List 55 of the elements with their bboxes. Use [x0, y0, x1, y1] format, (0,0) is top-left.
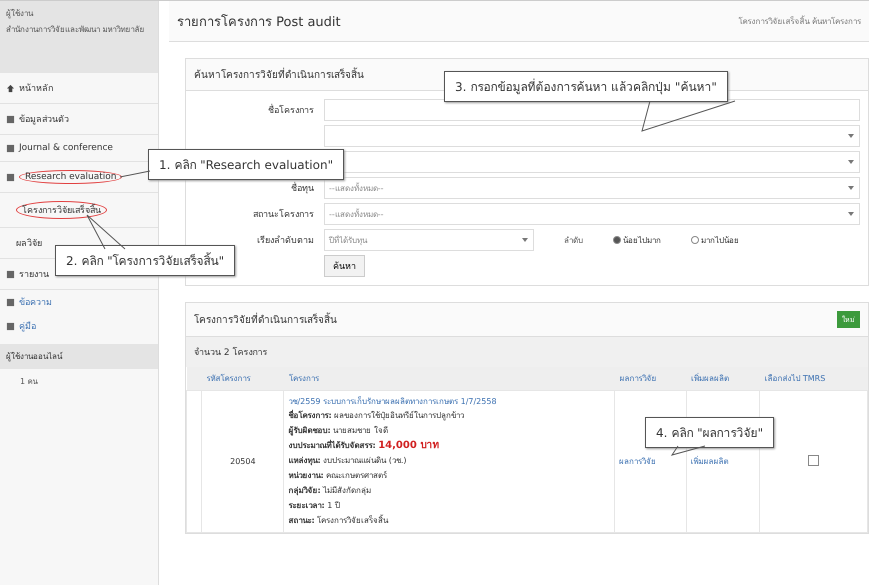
- column-header[interactable]: โครงการ: [284, 367, 615, 390]
- project-detail: ระยะเวลา: 1 ปี: [288, 500, 341, 512]
- order-label: ลำดับ: [564, 234, 583, 246]
- sidebar-item[interactable]: ข้อมูลส่วนตัว: [0, 104, 158, 135]
- project-detail: ชื่อโครงการ: ผลของการใช้ปุ๋ยอินทรีย์ในการปลูกข้าว: [288, 408, 466, 422]
- square-icon: [6, 298, 15, 306]
- select-field[interactable]: --แสดงทั้งหมด--: [324, 203, 860, 225]
- instruction-tooltip: 4. คลิก "ผลการวิจัย": [645, 417, 774, 448]
- order-radio[interactable]: น้อยไปมาก: [613, 234, 661, 246]
- project-detail: กลุ่มวิจัย: ไม่มีสังกัดกลุ่ม: [288, 485, 372, 498]
- project-detail: หน่วยงาน: คณะเกษตรศาสตร์: [288, 470, 388, 482]
- project-detail: งบประมาณที่ได้รับจัดสรร: 14,000 บาท: [288, 438, 440, 453]
- online-count: 1 คน: [19, 376, 39, 388]
- column-header[interactable]: ผลการวิจัย: [614, 367, 686, 390]
- online-users-title: ผู้ใช้งานออนไลน์: [0, 344, 158, 369]
- sidebar-item[interactable]: หน้าหลัก: [0, 73, 158, 104]
- caret-icon: [847, 132, 855, 140]
- row-checkbox[interactable]: [808, 455, 819, 466]
- leader-line: [120, 169, 150, 179]
- project-detail: แหล่งทุน: งบประมาณแผ่นดิน (วช.): [288, 455, 408, 468]
- select-field[interactable]: ปีที่ได้รับทุน: [324, 229, 534, 251]
- search-button[interactable]: ค้นหา: [324, 255, 365, 277]
- project-detail: ผู้รับผิดชอบ: นายสมชาย ใจดี: [288, 424, 389, 438]
- breadcrumb[interactable]: โครงการวิจัยเสร็จสิ้น ค้นหาโครงการ: [738, 14, 861, 28]
- caret-icon: [847, 158, 855, 166]
- select-field[interactable]: [324, 125, 860, 147]
- column-header[interactable]: รหัสโครงการ: [202, 367, 284, 390]
- caret-icon: [847, 210, 855, 218]
- sidebar-item[interactable]: ข้อความ: [0, 290, 158, 314]
- square-icon: [6, 322, 15, 330]
- document-link[interactable]: วช/2559 ระบบการเก็บรักษาผลผลิตทางการเกษตร 1/7/2558: [288, 397, 497, 406]
- project-detail: สถานะ: โครงการวิจัยเสร็จสิ้น: [288, 514, 390, 527]
- instruction-tooltip: 1. คลิก "Research evaluation": [148, 149, 344, 180]
- output-link[interactable]: เพิ่มผลผลิต: [690, 457, 729, 466]
- order-radio[interactable]: มากไปน้อย: [691, 234, 739, 246]
- field-label: เรียงลำดับตาม: [256, 234, 314, 247]
- field-label: ชื่อทุน: [194, 181, 314, 195]
- instruction-tooltip: 2. คลิก "โครงการวิจัยเสร็จสิ้น": [55, 245, 236, 276]
- table-cell: 20504: [202, 390, 284, 532]
- result-link[interactable]: ผลการวิจัย: [619, 457, 656, 466]
- result-count: จำนวน 2 โครงการ: [186, 337, 868, 367]
- field-label: ชื่อโครงการ: [194, 103, 314, 117]
- results-title: โครงการวิจัยที่ดำเนินการเสร็จสิ้น: [194, 312, 337, 327]
- column-header[interactable]: เลือกส่งไป TMRS: [759, 367, 868, 390]
- field-label: สถานะโครงการ: [252, 208, 314, 221]
- organization-name: สำนักงานการวิจัยและพัฒนา มหาวิทยาลัย: [6, 24, 146, 36]
- column-header[interactable]: เพิ่มผลผลิต: [686, 367, 760, 390]
- sidebar-item[interactable]: โครงการวิจัยเสร็จสิ้น: [0, 193, 158, 228]
- caret-icon: [521, 236, 529, 244]
- caret-icon: [847, 184, 855, 192]
- instruction-tooltip: 3. กรอกข้อมูลที่ต้องการค้นหา แล้วคลิกปุ่ม "ค้นหา": [444, 71, 728, 102]
- sidebar-item[interactable]: คู่มือ: [0, 314, 158, 338]
- user-name: ผู้ใช้งาน: [6, 8, 34, 20]
- select-field[interactable]: --แสดงทั้งหมด--: [324, 177, 860, 199]
- page-title: รายการโครงการ Post audit: [177, 13, 341, 32]
